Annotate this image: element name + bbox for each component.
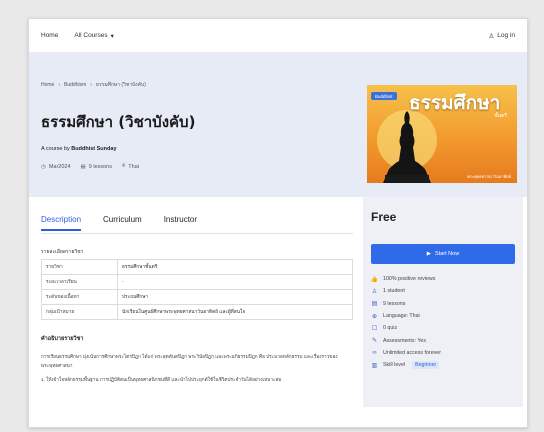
nav-all-courses-label: All Courses <box>74 32 108 39</box>
play-icon: ▶ <box>426 251 432 257</box>
info-value: ประถมศึกษา <box>117 289 353 305</box>
list-item: ▥ Skill level Beginner <box>371 359 441 371</box>
list-item: ♙ 1 student <box>371 285 441 297</box>
infinity-icon: ∞ <box>372 349 377 356</box>
feature-text: 100% positive reviews <box>383 276 436 283</box>
info-key: กลุ่มเป้าหมาย <box>41 304 118 320</box>
breadcrumb-category[interactable]: Buddhism <box>64 82 86 88</box>
course-byline: A course by Buddhist Sunday <box>41 146 117 152</box>
list-item: ∞ Unlimited access forever <box>371 347 441 359</box>
globe-icon: ⊕ <box>371 313 378 320</box>
meta-language: ⌾ Thai <box>122 163 139 170</box>
tab-divider <box>41 233 353 234</box>
page-title: ธรรมศึกษา (วิชาบังคับ) <box>41 113 196 131</box>
breadcrumb-home[interactable]: Home <box>41 82 54 88</box>
start-now-button[interactable]: ▶ Start Now <box>371 244 515 264</box>
login-link[interactable]: ♙ Log in <box>488 32 515 40</box>
thumbnail-badge: Buddhist <box>371 92 397 100</box>
course-page: Home All Courses ▾ ♙ Log in Home › Buddh… <box>28 18 528 428</box>
info-section-label: รายละเอียดรายวิชา <box>41 249 84 255</box>
course-thumbnail: Buddhist ธรรมศึกษา ชั้นตรี พระพุทธศาสนาว… <box>367 85 517 183</box>
course-features: 👍 100% positive reviews ♙ 1 student ▤ 9 les… <box>371 273 441 371</box>
description-paragraph: การเรียนธรรมศึกษา มุ่งเน้นการศึกษาพระไตร… <box>41 354 338 368</box>
info-key: ระยะเวลาเรียน <box>41 274 118 290</box>
info-value: ธรรมศึกษาชั้นตรี <box>117 259 353 275</box>
breadcrumb-separator-icon: › <box>90 82 92 88</box>
feature-text: 9 lessons <box>383 300 406 307</box>
info-key: รายวิชา <box>41 259 118 275</box>
user-icon: ♙ <box>371 288 378 295</box>
meta-lessons-label: 9 lessons <box>88 163 112 170</box>
info-key: ระดับของเนื้อหา <box>41 289 118 305</box>
description-heading: คำอธิบายรายวิชา <box>41 336 84 342</box>
course-author[interactable]: Buddhist Sunday <box>71 146 116 152</box>
list-item: ⊕ Language: Thai <box>371 310 441 322</box>
info-value: - <box>117 274 353 290</box>
lesson-icon: ▤ <box>371 301 378 308</box>
table-row: ระดับของเนื้อหา ประถมศึกษา <box>41 289 353 305</box>
start-now-label: Start Now <box>435 251 460 257</box>
meta-lessons: ▤ 9 lessons <box>81 164 112 170</box>
book-icon: ▤ <box>80 163 86 170</box>
feature-text: Language: Thai <box>383 313 420 320</box>
description-paragraph: 1. ให้เข้าใจหลักธรรมพื้นฐาน การปฏิบัติตน… <box>41 377 282 382</box>
meta-date-label: Mar2024 <box>48 163 71 170</box>
course-price: Free <box>371 210 397 224</box>
nav-home-link[interactable]: Home <box>41 32 58 39</box>
feature-text: Assessments: Yes <box>383 337 426 344</box>
list-item: ☐ 0 quiz <box>371 322 441 334</box>
table-row: รายวิชา ธรรมศึกษาชั้นตรี <box>41 259 353 275</box>
info-value: นักเรียนในศูนย์ศึกษาพระพุทธศาสนาวันอาทิต… <box>117 304 353 320</box>
login-label: Log in <box>497 32 515 39</box>
clock-icon: ◷ <box>41 163 46 170</box>
assessment-icon: ✎ <box>371 338 378 345</box>
nav-all-courses-dropdown[interactable]: All Courses ▾ <box>74 32 114 40</box>
description-body: การเรียนธรรมศึกษา มุ่งเน้นการศึกษาพระไตร… <box>41 353 353 391</box>
location-icon: ⌾ <box>121 163 126 169</box>
breadcrumb-separator-icon: › <box>58 82 61 88</box>
list-item: 👍 100% positive reviews <box>371 273 441 285</box>
breadcrumb: Home › Buddhism › ธรรมศึกษา (วิชาบังคับ) <box>41 81 146 89</box>
course-tabs: Description Curriculum Instructor <box>41 215 197 231</box>
list-item: ✎ Assessments: Yes <box>371 334 441 346</box>
table-row: ระยะเวลาเรียน - <box>41 274 353 290</box>
byline-prefix: A course by <box>41 146 70 152</box>
chevron-down-icon: ▾ <box>110 32 114 40</box>
enroll-sidebar: Free ▶ Start Now 👍 100% positive reviews … <box>363 197 523 407</box>
quiz-icon: ☐ <box>371 325 378 332</box>
thumbs-up-icon: 👍 <box>370 276 379 283</box>
list-item: ▤ 9 lessons <box>371 298 441 310</box>
top-nav: Home All Courses ▾ ♙ Log in <box>29 19 527 53</box>
tab-description[interactable]: Description <box>41 215 82 231</box>
breadcrumb-current: ธรรมศึกษา (วิชาบังคับ) <box>95 82 146 88</box>
skill-icon: ▥ <box>371 362 378 369</box>
thumbnail-title: ธรรมศึกษา <box>409 92 501 114</box>
feature-text: 0 quiz <box>383 325 398 332</box>
feature-text: Unlimited access forever <box>383 349 441 356</box>
thumbnail-footer: พระพุทธศาสนาวันอาทิตย์ <box>466 174 511 179</box>
meta-language-label: Thai <box>128 163 139 170</box>
user-icon: ♙ <box>488 32 495 40</box>
tab-instructor[interactable]: Instructor <box>164 215 197 231</box>
meta-date: ◷ Mar2024 <box>41 164 71 170</box>
skill-level-badge: Beginner <box>412 361 440 370</box>
tab-curriculum[interactable]: Curriculum <box>103 215 142 231</box>
course-info-table: รายวิชา ธรรมศึกษาชั้นตรี ระยะเวลาเรียน - ร… <box>41 259 353 320</box>
table-row: กลุ่มเป้าหมาย นักเรียนในศูนย์ศึกษาพระพุทธ… <box>41 304 353 320</box>
feature-text: Skill level <box>383 362 406 369</box>
course-meta: ◷ Mar2024 ▤ 9 lessons ⌾ Thai <box>41 163 139 170</box>
feature-text: 1 student <box>383 288 405 295</box>
thumbnail-subtitle: ชั้นตรี <box>494 113 507 119</box>
